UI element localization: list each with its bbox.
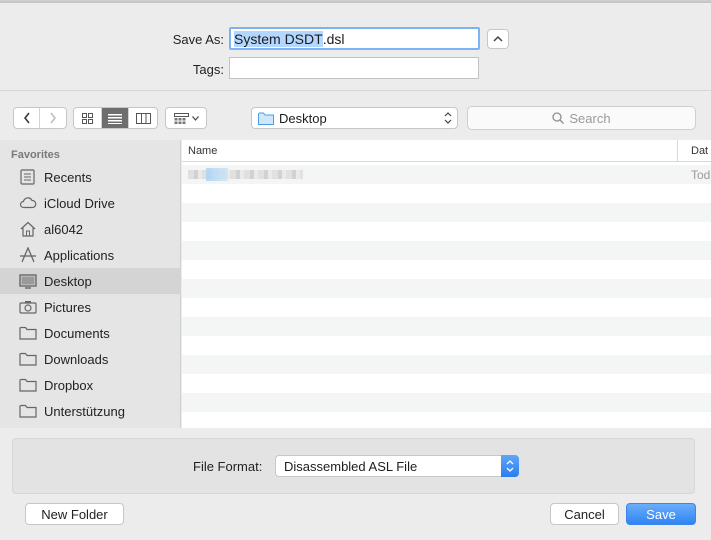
sidebar-item-dropbox[interactable]: Dropbox xyxy=(0,372,181,398)
table-row xyxy=(182,279,711,298)
sidebar-item-label: Unterstützung xyxy=(44,403,125,419)
chevron-down-icon xyxy=(191,115,199,121)
row-date: Tod xyxy=(691,168,711,182)
back-button[interactable] xyxy=(14,108,41,128)
sidebar-item-icloud-drive[interactable]: iCloud Drive xyxy=(0,190,181,216)
collapse-dialog-button[interactable] xyxy=(487,29,509,49)
list-view-button[interactable] xyxy=(101,108,130,128)
columns-icon xyxy=(135,112,151,124)
sidebar-item-label: Recents xyxy=(44,169,92,185)
file-format-popup[interactable]: Disassembled ASL File xyxy=(275,455,519,477)
table-row xyxy=(182,203,711,222)
table-row xyxy=(182,393,711,412)
sidebar-item-label: Documents xyxy=(44,325,110,341)
forward-button[interactable] xyxy=(40,108,66,128)
folder-icon xyxy=(19,352,37,366)
sidebar-item-label: Applications xyxy=(44,247,115,263)
table-row xyxy=(182,184,711,203)
cloud-icon xyxy=(19,197,37,209)
new-folder-button[interactable]: New Folder xyxy=(25,503,124,525)
navigation-buttons xyxy=(13,107,67,129)
sidebar-item-home[interactable]: al6042 xyxy=(0,216,181,242)
header-separator xyxy=(0,90,711,91)
sidebar: Favorites Recents iCloud Drive al6042 Ap… xyxy=(0,140,181,428)
search-field[interactable]: Search xyxy=(467,106,696,130)
camera-icon xyxy=(19,301,37,314)
filename-input[interactable]: System DSDT .dsl xyxy=(229,27,480,50)
tags-label: Tags: xyxy=(192,62,224,77)
sidebar-item-unterstutzung[interactable]: Unterstützung xyxy=(0,398,181,424)
updown-arrows-icon xyxy=(444,112,452,124)
table-row xyxy=(182,355,711,374)
file-list[interactable]: Name Dat Tod xyxy=(182,140,711,428)
location-label: Desktop xyxy=(279,110,327,126)
desktop-icon xyxy=(19,274,37,289)
sidebar-item-applications[interactable]: Applications xyxy=(0,242,181,268)
applications-icon xyxy=(20,247,36,263)
cancel-button[interactable]: Cancel xyxy=(550,503,619,525)
arrange-button[interactable] xyxy=(165,107,207,129)
file-format-value: Disassembled ASL File xyxy=(284,458,418,474)
chevron-left-icon xyxy=(23,112,30,124)
chevron-right-icon xyxy=(50,112,56,124)
sidebar-item-label: iCloud Drive xyxy=(44,195,115,211)
table-row xyxy=(182,298,711,317)
filename-extension: .dsl xyxy=(322,30,345,47)
folder-icon xyxy=(19,326,37,340)
table-row xyxy=(182,412,711,428)
chevron-up-icon xyxy=(493,35,503,42)
save-button[interactable]: Save xyxy=(626,503,696,525)
column-view-button[interactable] xyxy=(129,108,157,128)
column-header-date[interactable]: Dat xyxy=(691,145,708,157)
sidebar-item-label: Downloads xyxy=(44,351,109,367)
search-icon xyxy=(552,112,565,124)
icon-view-button[interactable] xyxy=(74,108,102,128)
table-row xyxy=(182,336,711,355)
column-divider[interactable] xyxy=(677,140,678,162)
sidebar-item-label: Desktop xyxy=(44,273,92,289)
table-row xyxy=(182,317,711,336)
folder-blue-icon xyxy=(258,112,274,125)
location-popup[interactable]: Desktop xyxy=(251,107,458,129)
sidebar-item-pictures[interactable]: Pictures xyxy=(0,294,181,320)
blurred-filename xyxy=(188,168,303,181)
sidebar-item-label: al6042 xyxy=(44,221,84,237)
table-row xyxy=(182,222,711,241)
window-top-edge xyxy=(0,1,711,3)
file-list-header: Name Dat xyxy=(182,140,711,162)
search-placeholder: Search xyxy=(569,110,611,126)
sidebar-heading: Favorites xyxy=(11,149,60,161)
list-icon xyxy=(108,113,122,124)
file-format-label: File Format: xyxy=(193,459,263,474)
sidebar-item-label: Dropbox xyxy=(44,377,94,393)
sidebar-item-recents[interactable]: Recents xyxy=(0,164,181,190)
save-dialog: Save As: System DSDT .dsl Tags: Desktop … xyxy=(0,0,711,540)
recents-icon xyxy=(20,169,35,185)
table-row[interactable]: Tod xyxy=(182,165,711,184)
sidebar-item-desktop[interactable]: Desktop xyxy=(0,268,181,294)
table-row xyxy=(182,260,711,279)
sidebar-item-documents[interactable]: Documents xyxy=(0,320,181,346)
view-mode-buttons xyxy=(73,107,158,129)
popup-stepper xyxy=(501,455,519,477)
column-header-name[interactable]: Name xyxy=(188,145,217,157)
sidebar-item-downloads[interactable]: Downloads xyxy=(0,346,181,372)
folder-icon xyxy=(19,378,37,392)
table-row xyxy=(182,374,711,393)
home-icon xyxy=(20,221,36,237)
tags-input[interactable] xyxy=(229,57,479,79)
arrange-grid-icon xyxy=(173,112,189,124)
save-as-label: Save As: xyxy=(172,32,224,47)
table-row xyxy=(182,241,711,260)
folder-icon xyxy=(19,404,37,418)
sidebar-item-label: Pictures xyxy=(44,299,91,315)
filename-selected-text: System DSDT xyxy=(234,30,323,47)
grid-icon xyxy=(81,112,93,124)
updown-arrows-icon xyxy=(506,460,514,472)
